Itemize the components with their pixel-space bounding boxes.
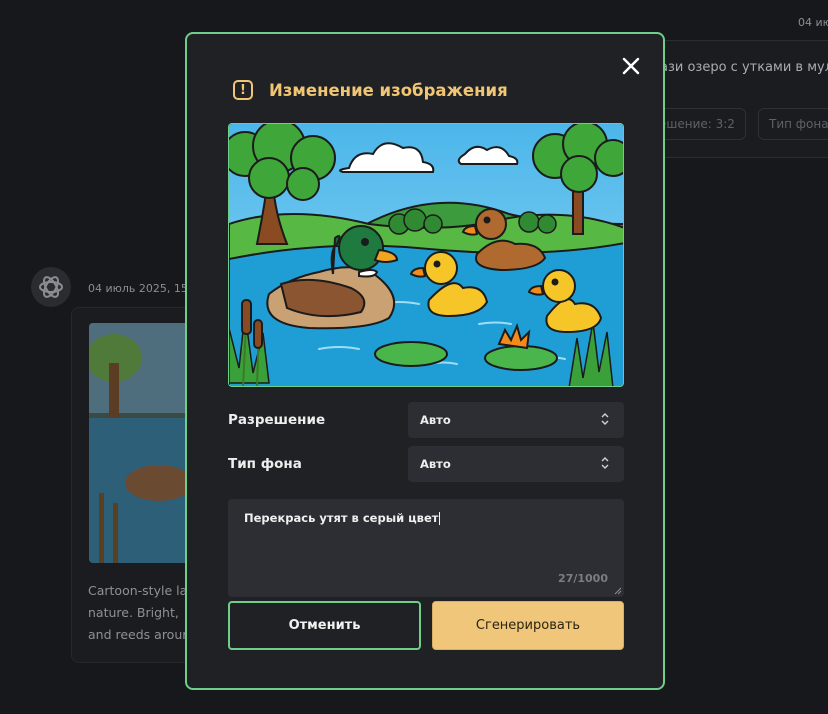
- cancel-button[interactable]: Отменить: [228, 601, 421, 650]
- resolution-value: Авто: [420, 413, 451, 427]
- resolution-select[interactable]: Авто: [408, 402, 624, 438]
- character-counter: 27/1000: [558, 572, 608, 585]
- message-date: 04 ию: [798, 16, 828, 29]
- dialog-title: Изменение изображения: [269, 80, 508, 100]
- generate-button[interactable]: Сгенерировать: [432, 601, 624, 650]
- image-preview: [228, 123, 624, 387]
- text-cursor: [439, 512, 441, 525]
- resolution-label: Разрешение: [228, 412, 326, 428]
- alert-icon: !: [233, 80, 253, 100]
- resize-grip-icon[interactable]: [614, 587, 622, 595]
- background-type-chip: Тип фона: [758, 108, 828, 140]
- chevron-updown-icon: [601, 413, 609, 425]
- prompt-text: Перекрась утят в серый цвет: [244, 511, 439, 525]
- openai-logo-icon: [39, 276, 63, 298]
- prompt-textarea[interactable]: Перекрась утят в серый цвет 27/1000: [228, 499, 624, 597]
- edit-image-dialog: ! Изменение изображения Разрешение Авто …: [185, 32, 665, 690]
- user-message-text: ази озеро с утками в мул: [660, 60, 828, 75]
- close-button[interactable]: [619, 54, 643, 78]
- dialog-header: ! Изменение изображения: [233, 80, 508, 100]
- background-type-select[interactable]: Авто: [408, 446, 624, 482]
- chevron-updown-icon: [601, 457, 609, 469]
- close-icon[interactable]: [619, 54, 643, 78]
- assistant-message-date: 04 июль 2025, 15:: [88, 282, 192, 295]
- background-type-value: Авто: [420, 457, 451, 471]
- assistant-avatar: [31, 267, 71, 307]
- background-type-label: Тип фона: [228, 456, 302, 472]
